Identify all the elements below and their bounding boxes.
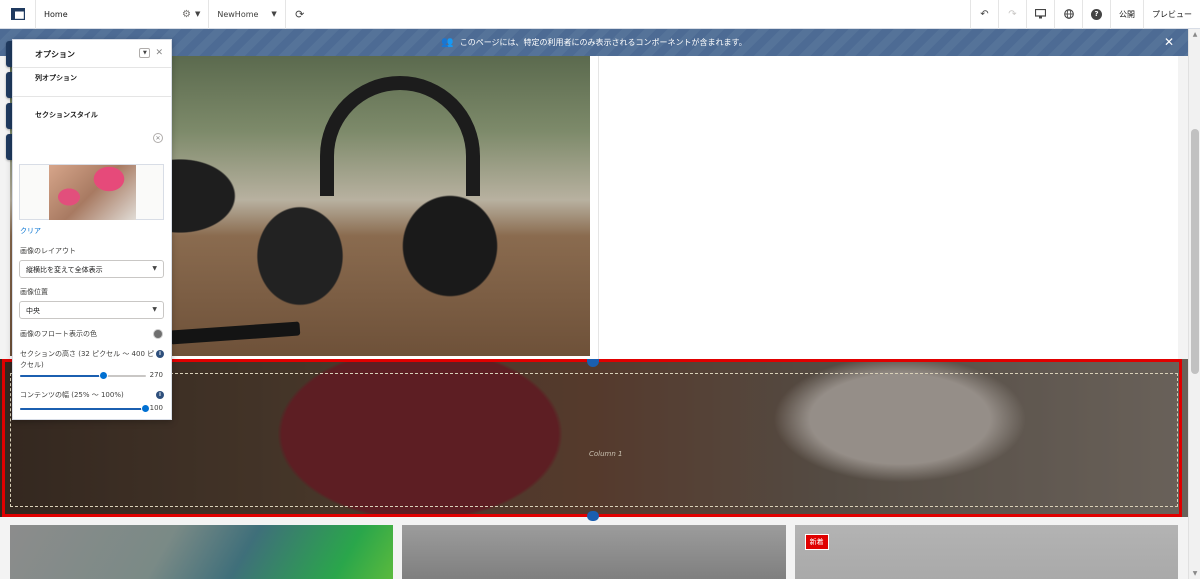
product-card[interactable]: 新着 bbox=[794, 525, 1178, 579]
height-sub-label: クセル) bbox=[20, 361, 44, 369]
audience-banner: 👥 このページには、特定の利用者にのみ表示されるコンポーネントが含まれます。 ✕ bbox=[0, 29, 1188, 56]
desktop-icon[interactable] bbox=[1026, 0, 1054, 29]
column-divider bbox=[598, 56, 599, 359]
page-canvas: 👥 このページには、特定の利用者にのみ表示されるコンポーネントが含まれます。 ✕… bbox=[0, 29, 1188, 579]
overlay-color-swatch[interactable] bbox=[153, 329, 163, 339]
panel-controls: ▼ ✕ bbox=[139, 48, 163, 58]
redo-icon[interactable]: ↷ bbox=[998, 0, 1026, 29]
product-cards: 新着 bbox=[10, 525, 1178, 579]
chevron-down-icon: ▼ bbox=[152, 265, 157, 272]
scrollbar[interactable]: ▲ ▼ bbox=[1188, 29, 1200, 579]
width-slider[interactable] bbox=[20, 404, 150, 413]
preview-button[interactable]: プレビュー bbox=[1143, 0, 1200, 29]
overlay-color-label: 画像のフロート表示の色 bbox=[20, 330, 97, 338]
hero-section[interactable] bbox=[10, 56, 1178, 359]
clear-link[interactable]: クリア bbox=[20, 226, 41, 236]
scroll-up-icon[interactable]: ▲ bbox=[1191, 31, 1199, 38]
top-toolbar: Home ⚙ ▼ NewHome ▼ ⟳ ↶ ↷ ? 公開 プレビュー bbox=[0, 0, 1200, 29]
phone-shape bbox=[169, 321, 301, 345]
close-icon[interactable]: ✕ bbox=[1164, 35, 1174, 49]
divider bbox=[13, 96, 171, 97]
product-card[interactable] bbox=[10, 525, 394, 579]
height-slider[interactable] bbox=[20, 371, 146, 380]
layout-select[interactable]: 縦横比を変えて全体表示 ▼ bbox=[19, 260, 164, 278]
width-label: コンテンツの幅 (25% ～ 100%) bbox=[20, 391, 124, 399]
banner-message: このページには、特定の利用者にのみ表示されるコンポーネントが含まれます。 bbox=[459, 38, 747, 47]
panel-title: オプション bbox=[35, 50, 75, 59]
builder-root: Home ⚙ ▼ NewHome ▼ ⟳ ↶ ↷ ? 公開 プレビュー 👥 この… bbox=[0, 0, 1200, 579]
chevron-down-icon[interactable]: ▼ bbox=[195, 10, 200, 18]
height-label: セクションの高さ (32 ピクセル ～ 400 ピ bbox=[20, 350, 155, 358]
width-value: 100 bbox=[149, 404, 163, 412]
reset-icon[interactable]: ✕ bbox=[153, 133, 163, 143]
height-slider-knob[interactable] bbox=[99, 371, 109, 380]
product-card[interactable] bbox=[402, 525, 786, 579]
info-icon[interactable]: i bbox=[156, 350, 164, 358]
height-slider-fill bbox=[20, 375, 105, 377]
background-thumbnail[interactable] bbox=[49, 165, 136, 220]
undo-icon[interactable]: ↶ bbox=[970, 0, 998, 29]
gear-icon[interactable]: ⚙ bbox=[182, 9, 191, 20]
page-name: Home bbox=[44, 9, 68, 19]
scroll-thumb[interactable] bbox=[1191, 129, 1199, 374]
page-select[interactable]: Home ⚙ ▼ bbox=[36, 0, 210, 29]
section-style-heading[interactable]: セクションスタイル bbox=[35, 110, 98, 120]
publish-button[interactable]: 公開 bbox=[1110, 0, 1143, 29]
info-icon[interactable]: i bbox=[156, 391, 164, 399]
layout-name: NewHome bbox=[217, 9, 259, 19]
help-glyph: ? bbox=[1091, 8, 1102, 20]
help-icon[interactable]: ? bbox=[1082, 0, 1110, 29]
column-options-heading[interactable]: 列オプション bbox=[35, 73, 77, 83]
resize-handle-bottom[interactable] bbox=[587, 511, 599, 521]
position-value: 中央 bbox=[26, 307, 40, 315]
new-badge: 新着 bbox=[804, 534, 829, 550]
refresh-icon[interactable]: ⟳ bbox=[286, 0, 314, 29]
selection-highlight bbox=[2, 359, 1182, 517]
height-value: 270 bbox=[149, 371, 163, 379]
layout-value: 縦横比を変えて全体表示 bbox=[26, 266, 103, 274]
image-picker[interactable] bbox=[19, 164, 164, 220]
scroll-down-icon[interactable]: ▼ bbox=[1191, 570, 1199, 577]
globe-icon[interactable] bbox=[1054, 0, 1082, 29]
layout-select[interactable]: NewHome ▼ bbox=[209, 0, 286, 29]
position-label: 画像位置 bbox=[20, 288, 48, 296]
width-slider-fill bbox=[20, 408, 146, 410]
position-select[interactable]: 中央 ▼ bbox=[19, 301, 164, 319]
chevron-down-icon: ▼ bbox=[152, 306, 157, 313]
headband-shape bbox=[320, 76, 480, 196]
people-icon: 👥 bbox=[441, 37, 454, 48]
panel-header: オプション ▼ ✕ bbox=[13, 40, 171, 68]
chevron-down-icon[interactable]: ▼ bbox=[139, 48, 151, 58]
chevron-down-icon[interactable]: ▼ bbox=[271, 10, 276, 18]
layout-icon[interactable] bbox=[0, 0, 36, 29]
close-icon[interactable]: ✕ bbox=[155, 48, 163, 58]
image-label: 画像 bbox=[41, 153, 55, 161]
properties-panel: オプション ▼ ✕ 列オプション セクションスタイル ✕ 画像 クリア 画像のレ… bbox=[12, 39, 172, 420]
layout-label: 画像のレイアウト bbox=[20, 247, 76, 255]
selected-section[interactable]: Column 1 bbox=[0, 359, 1188, 517]
